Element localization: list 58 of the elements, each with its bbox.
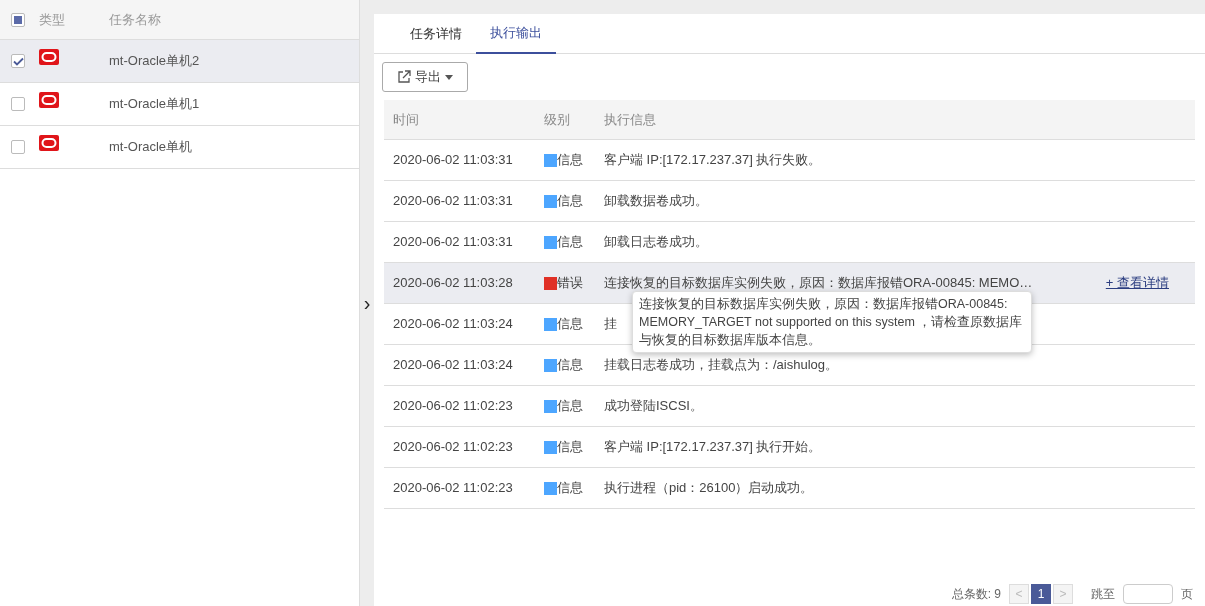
task-name: mt-Oracle单机1	[109, 95, 200, 114]
collapse-toggle[interactable]: ›	[363, 288, 371, 318]
task-name: mt-Oracle单机	[109, 138, 193, 157]
column-header: 任务名称	[109, 10, 161, 29]
total-count: 总条数: 9	[951, 586, 1001, 603]
export-icon	[397, 70, 411, 84]
message-cell-text: 挂载日志卷成功，挂载点为：/aishulog。	[604, 356, 839, 375]
page-suffix: 页	[1181, 586, 1193, 603]
database-logo-icon	[39, 92, 59, 109]
caret-icon	[445, 74, 453, 80]
level-label: 信息	[557, 192, 583, 211]
time-cell-text: 2020-06-02 11:02:23	[392, 397, 514, 416]
level-label: 信息	[557, 233, 583, 252]
checkbox[interactable]	[11, 97, 25, 111]
level-label: 信息	[557, 151, 583, 170]
time-cell-text: 2020-06-02 11:03:31	[392, 233, 514, 252]
time-cell-text: 2020-06-02 11:03:24	[392, 315, 514, 334]
level-label: 信息	[557, 438, 583, 457]
column-header: 级别	[544, 110, 571, 129]
time-cell-text: 2020-06-02 11:03:31	[392, 192, 514, 211]
checkbox[interactable]	[11, 12, 25, 27]
time-cell-text: 2020-06-02 11:03:31	[392, 151, 514, 170]
message-cell-text: 成功登陆ISCSI。	[604, 397, 703, 416]
message-cell-text: 卸载数据卷成功。	[604, 192, 708, 211]
time-cell-text: 2020-06-02 11:02:23	[392, 438, 514, 457]
details-link[interactable]: + 查看详情	[1105, 273, 1169, 293]
database-logo-icon	[39, 135, 59, 152]
message-cell-text: 执行进程（pid：26100）启动成功。	[604, 479, 814, 498]
level-label: 信息	[557, 479, 583, 498]
page-button[interactable]: 1	[1031, 584, 1051, 604]
checkbox[interactable]	[11, 54, 25, 68]
message-cell-text: 客户端 IP:[172.17.237.37] 执行开始。	[604, 438, 822, 457]
database-logo-icon	[39, 49, 59, 66]
time-cell-text: 2020-06-02 11:02:23	[392, 479, 514, 498]
tab[interactable]: 任务详情	[396, 14, 476, 54]
page-input[interactable]	[1123, 584, 1173, 604]
message-cell-text: 卸载日志卷成功。	[604, 233, 708, 252]
task-name: mt-Oracle单机2	[109, 52, 200, 71]
task-row[interactable]: mt-Oracle单机	[0, 126, 359, 169]
message-cell-text: 挂	[604, 315, 617, 334]
export-button[interactable]: 导出	[382, 62, 468, 92]
level-label: 信息	[557, 315, 583, 334]
level-label: 信息	[557, 397, 583, 416]
column-header: 时间	[392, 110, 420, 129]
level-label: 错误	[557, 274, 583, 293]
tab[interactable]: 执行输出	[476, 14, 556, 54]
column-header: 类型	[39, 10, 66, 29]
goto-label: 跳至	[1091, 586, 1115, 603]
task-row[interactable]: mt-Oracle单机2	[0, 40, 359, 83]
column-header: 执行信息	[604, 110, 656, 129]
time-cell-text: 2020-06-02 11:03:24	[392, 356, 514, 375]
time-cell-text: 2020-06-02 11:03:28	[392, 274, 514, 293]
message-cell-text: 客户端 IP:[172.17.237.37] 执行失败。	[604, 151, 822, 170]
checkbox[interactable]	[11, 140, 25, 154]
level-label: 信息	[557, 356, 583, 375]
task-row[interactable]: mt-Oracle单机1	[0, 83, 359, 126]
tooltip: 连接恢复的目标数据库实例失败，原因：数据库报错ORA-00845: MEMORY_TARGET not supported on this system ，请检查原数据库与恢复的目标数据库版本信息。	[632, 291, 1032, 353]
message-cell-text: 连接恢复的目标数据库实例失败，原因：数据库报错ORA-00845: MEMO…	[604, 274, 1033, 293]
